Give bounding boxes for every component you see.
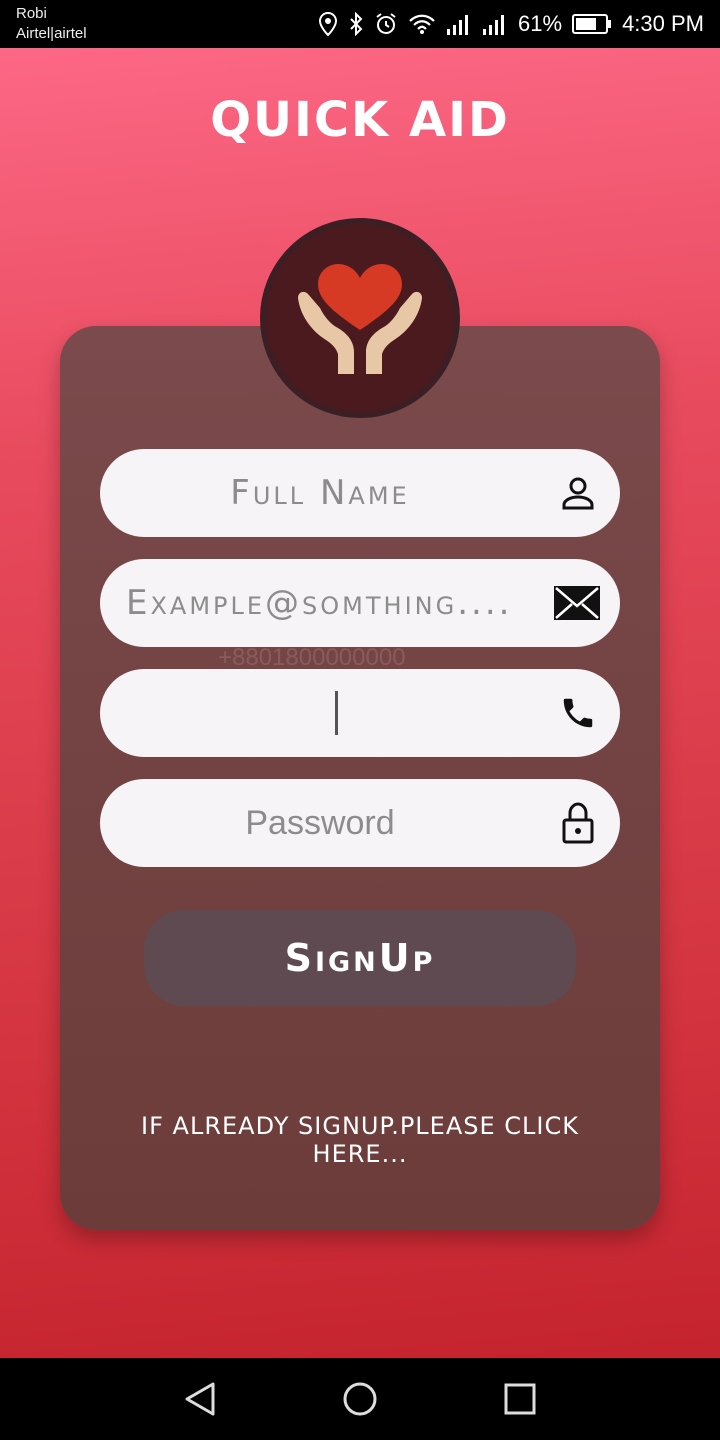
bluetooth-icon [348, 12, 364, 36]
heart-hands-icon [298, 264, 422, 374]
carrier-info: Robi Airtel|airtel [16, 4, 87, 44]
back-icon[interactable] [180, 1379, 220, 1419]
email-field[interactable]: Example@somthing.... [100, 559, 620, 647]
status-icons: 61% 4:30 PM [318, 8, 704, 40]
password-input[interactable]: Password [100, 779, 540, 867]
phone-field[interactable] [100, 669, 620, 757]
status-bar: Robi Airtel|airtel 61% 4:30 PM [0, 0, 720, 48]
mail-icon [552, 583, 602, 623]
alarm-icon [374, 12, 398, 36]
battery-icon [572, 13, 612, 35]
person-icon [558, 473, 598, 513]
login-link[interactable]: IF ALREADY SIGNUP.PLEASE CLICK HERE... [110, 1112, 610, 1168]
full-name-input[interactable]: Full Name [100, 449, 540, 537]
lock-icon [558, 802, 598, 844]
carrier-line1: Robi [16, 5, 47, 22]
carrier-line2: Airtel|airtel [16, 25, 87, 42]
app-title: QUICK AID [210, 92, 510, 148]
phone-input[interactable] [100, 669, 540, 757]
signal-icon [446, 13, 472, 35]
phone-hint: +8801800000000 [218, 644, 406, 671]
wifi-icon [408, 13, 436, 35]
password-field[interactable]: Password [100, 779, 620, 867]
app-logo [260, 218, 460, 418]
battery-percent: 61% [518, 11, 563, 36]
home-icon[interactable] [340, 1379, 380, 1419]
full-name-field[interactable]: Full Name [100, 449, 620, 537]
signup-button[interactable]: SignUp [144, 910, 576, 1006]
email-input[interactable]: Example@somthing.... [100, 559, 548, 647]
location-icon [318, 12, 338, 36]
recents-icon[interactable] [500, 1379, 540, 1419]
signal-icon [482, 13, 508, 35]
clock: 4:30 PM [622, 11, 704, 36]
phone-icon [558, 693, 598, 733]
navigation-bar [0, 1358, 720, 1440]
